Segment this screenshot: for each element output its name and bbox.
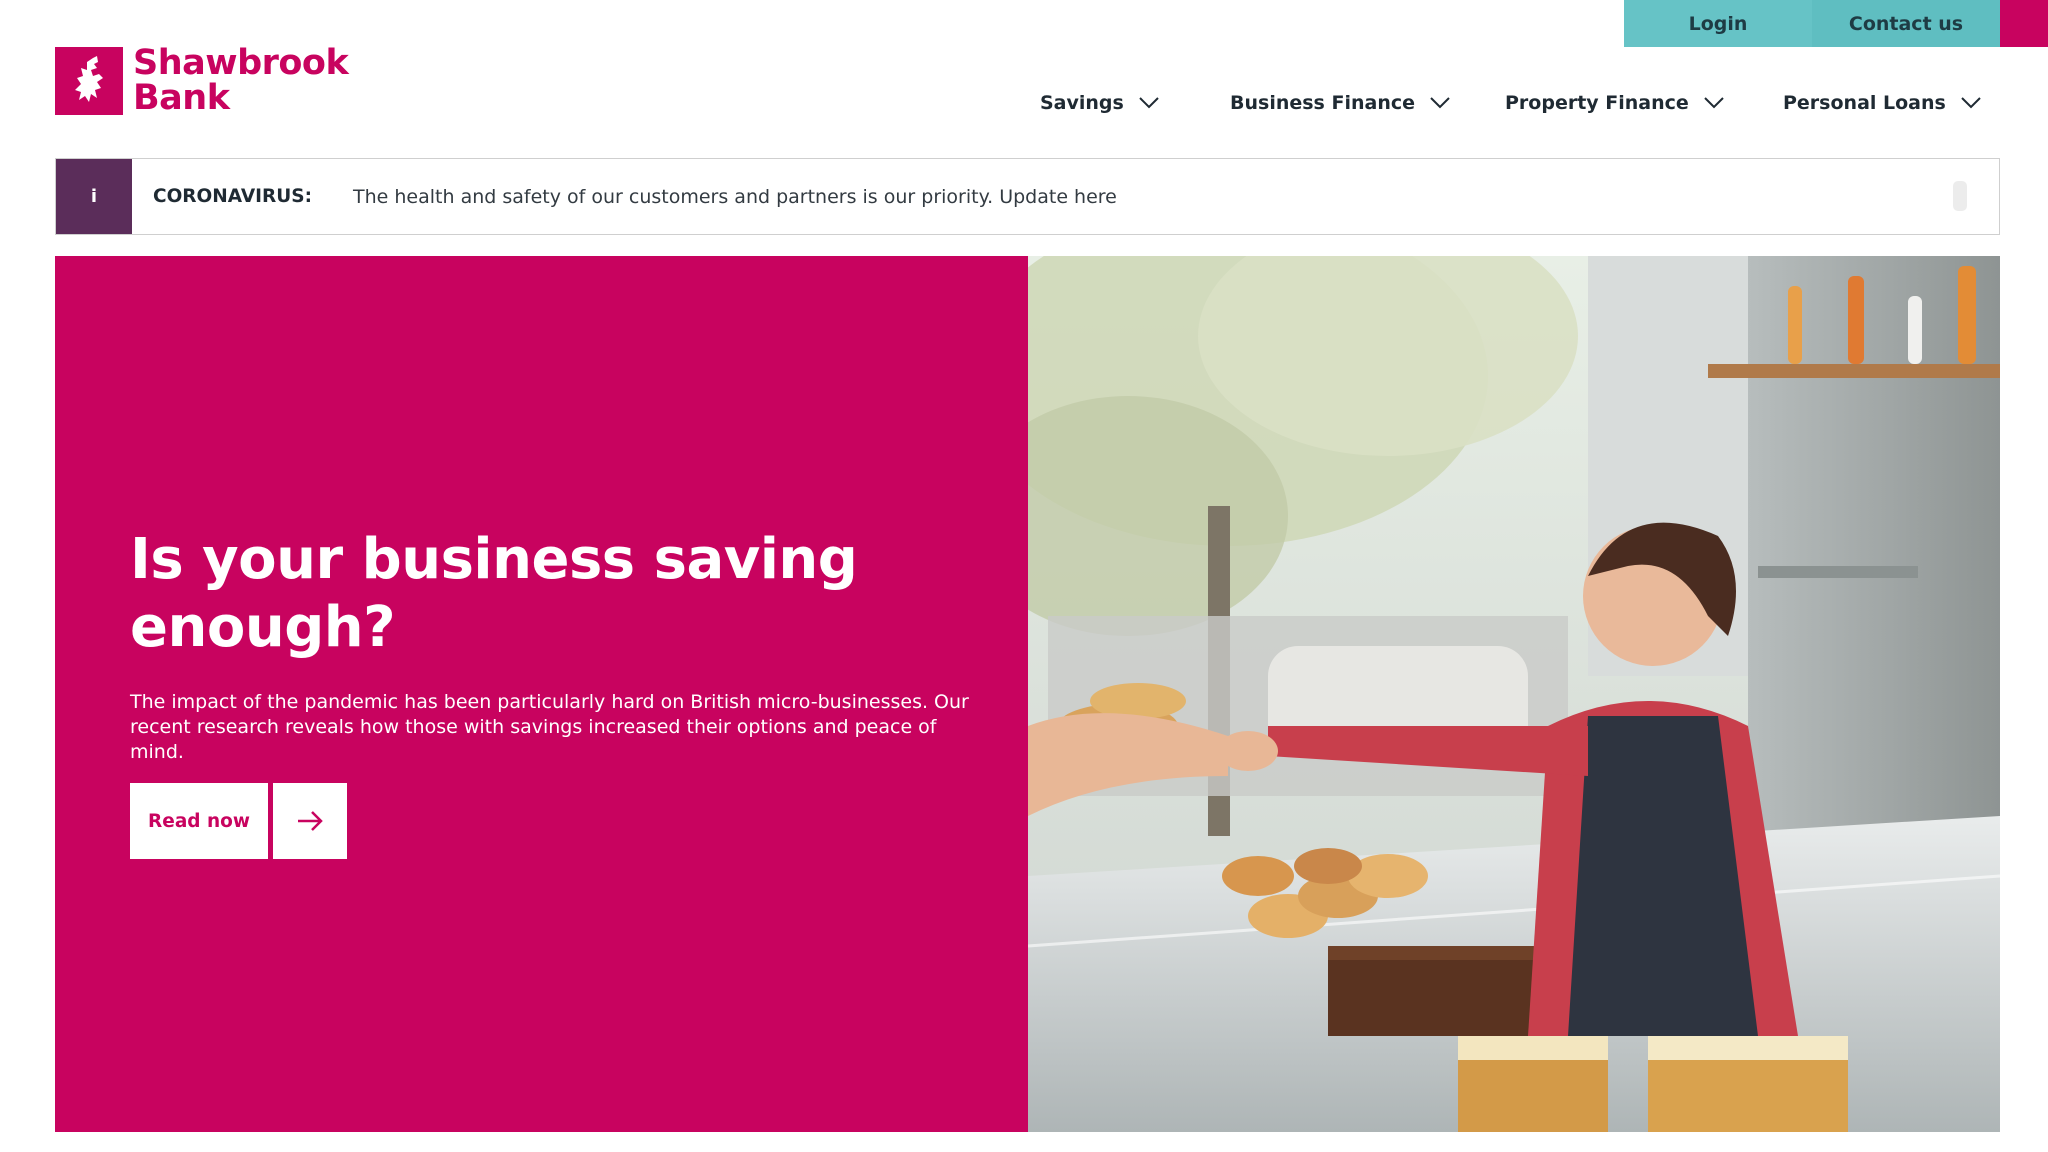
nav-label: Business Finance: [1230, 92, 1415, 114]
hero-image: [1028, 256, 2000, 1132]
nav-label: Personal Loans: [1783, 92, 1946, 114]
chevron-down-icon: [1961, 97, 1981, 109]
logo-line2: Bank: [133, 78, 230, 118]
utility-accent-block: [2000, 0, 2048, 47]
contact-us-button[interactable]: Contact us: [1812, 0, 2000, 47]
nav-item-personal-loans[interactable]: Personal Loans: [1783, 92, 1982, 114]
utility-bar: Login Contact us: [1624, 0, 2048, 47]
read-now-button[interactable]: Read now: [130, 783, 268, 859]
coronavirus-banner: i CORONAVIRUS: The health and safety of …: [55, 158, 2000, 235]
logo-line1: Shawbrook: [133, 43, 349, 83]
banner-update-link[interactable]: The health and safety of our customers a…: [353, 186, 1117, 208]
nav-item-property-finance[interactable]: Property Finance: [1505, 92, 1725, 114]
chevron-down-icon: [1139, 97, 1159, 109]
bakery-counter-photo: [1028, 256, 2000, 1132]
hero-panel: Is your business saving enough? The impa…: [55, 256, 1028, 1132]
banner-scrollbar[interactable]: [1953, 181, 1967, 211]
hero-description: The impact of the pandemic has been part…: [130, 691, 969, 763]
chevron-down-icon: [1704, 97, 1724, 109]
hero-title: Is your business saving enough?: [130, 527, 858, 660]
info-icon: i: [56, 159, 132, 234]
banner-label: CORONAVIRUS:: [153, 186, 313, 207]
nav-label: Property Finance: [1505, 92, 1689, 114]
shawbrook-logo[interactable]: Shawbrook Bank: [55, 43, 349, 118]
griffin-icon: [55, 47, 123, 115]
nav-item-savings[interactable]: Savings: [1040, 92, 1160, 114]
nav-item-business-finance[interactable]: Business Finance: [1230, 92, 1451, 114]
nav-label: Savings: [1040, 92, 1124, 114]
login-button[interactable]: Login: [1624, 0, 1812, 47]
main-navigation: Savings Business Finance Property Financ…: [1040, 92, 1981, 126]
chevron-down-icon: [1430, 97, 1450, 109]
arrow-right-icon: [298, 811, 323, 831]
read-now-arrow-button[interactable]: [273, 783, 347, 859]
